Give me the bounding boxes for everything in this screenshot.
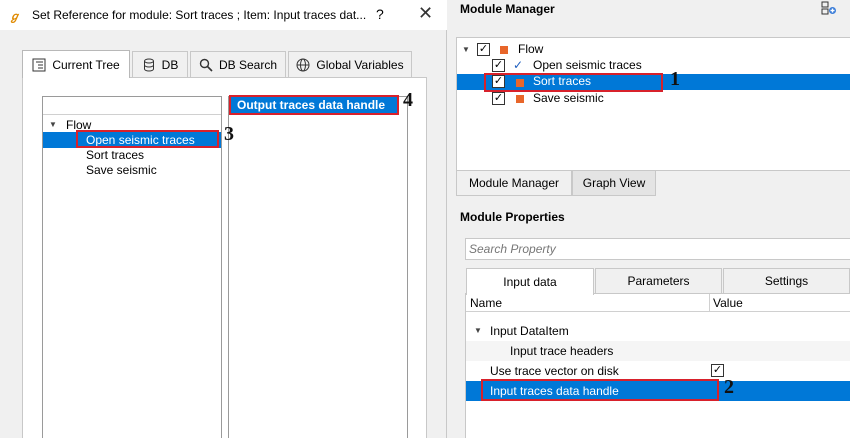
property-name: Use trace vector on disk	[490, 364, 619, 378]
collapse-arrow-icon[interactable]: ▼	[462, 45, 470, 54]
handle-list: Output traces data handle	[228, 96, 408, 438]
status-square-icon	[516, 95, 524, 103]
tab-label: Current Tree	[52, 57, 120, 72]
annotation-1: 1	[670, 68, 680, 90]
highlight-box-2	[481, 379, 719, 401]
module-tree: ▼ ✓ Flow ✓ ✓ Open seismic traces ✓ Sort …	[456, 37, 850, 171]
tree-item-save-seismic[interactable]: Save seismic	[43, 162, 221, 178]
add-module-icon[interactable]	[821, 1, 837, 15]
open-seismic-checkbox[interactable]: ✓	[492, 59, 505, 72]
tab-label: DB Search	[218, 58, 278, 72]
status-square-icon	[500, 46, 508, 54]
property-row-use-trace-vector[interactable]: Use trace vector on disk ✓	[466, 361, 850, 381]
annotation-4: 4	[403, 89, 413, 111]
set-reference-dialog: ℊ Set Reference for module: Sort traces …	[0, 0, 447, 438]
tab-parameters[interactable]: Parameters	[595, 268, 722, 294]
tab-graph-view[interactable]: Graph View	[572, 171, 656, 196]
flow-checkbox[interactable]: ✓	[477, 43, 490, 56]
search-property-input[interactable]: Search Property	[465, 238, 850, 260]
property-name: Input trace headers	[510, 344, 614, 358]
globe-icon	[296, 58, 310, 72]
tree-item-label: Sort traces	[86, 148, 145, 162]
dialog-titlebar: ℊ Set Reference for module: Sort traces …	[0, 0, 447, 30]
tab-db-search[interactable]: DB Search	[190, 51, 286, 78]
search-icon	[199, 58, 213, 72]
tab-settings[interactable]: Settings	[723, 268, 850, 294]
module-item-open-seismic-traces[interactable]: Open seismic traces	[533, 58, 642, 72]
module-properties-title: Module Properties	[460, 210, 565, 224]
tree-icon	[32, 58, 46, 71]
highlight-box-3	[76, 130, 219, 148]
save-seismic-checkbox[interactable]: ✓	[492, 92, 505, 105]
close-button[interactable]: ✕	[418, 3, 433, 24]
tree-item-label: Save seismic	[86, 163, 157, 177]
column-divider[interactable]	[709, 294, 710, 312]
tree-item-sort-traces[interactable]: Sort traces	[43, 147, 221, 163]
module-manager-title: Module Manager	[460, 2, 555, 16]
property-group-input-dataitem[interactable]: ▼ Input DataItem	[466, 321, 850, 341]
app-icon: ℊ	[9, 11, 20, 23]
collapse-arrow-icon[interactable]: ▼	[49, 117, 57, 133]
database-icon	[143, 58, 154, 72]
column-header-value[interactable]: Value	[713, 296, 743, 310]
dialog-title: Set Reference for module: Sort traces ; …	[32, 8, 367, 22]
tab-input-data[interactable]: Input data	[466, 268, 594, 295]
highlight-box-4	[229, 95, 399, 115]
valid-check-icon: ✓	[513, 58, 524, 72]
tab-label: Global Variables	[316, 58, 404, 72]
use-trace-vector-checkbox[interactable]: ✓	[711, 364, 724, 377]
module-item-flow[interactable]: Flow	[518, 42, 543, 56]
property-row-input-trace-headers[interactable]: Input trace headers	[466, 341, 850, 361]
tree-header	[43, 97, 221, 115]
highlight-box-1	[484, 73, 663, 92]
tab-module-manager[interactable]: Module Manager	[456, 171, 572, 196]
column-header-name[interactable]: Name	[470, 296, 502, 310]
tab-db[interactable]: DB	[132, 51, 188, 78]
property-name: Input DataItem	[490, 324, 569, 338]
tab-label: DB	[161, 58, 179, 72]
help-button[interactable]: ?	[376, 6, 384, 22]
tab-global-variables[interactable]: Global Variables	[288, 51, 412, 78]
annotation-2: 2	[724, 376, 734, 398]
module-item-save-seismic[interactable]: Save seismic	[533, 91, 604, 105]
annotation-3: 3	[224, 123, 234, 145]
collapse-arrow-icon[interactable]: ▼	[474, 321, 482, 341]
property-table-header: Name Value	[466, 294, 850, 312]
tab-current-tree[interactable]: Current Tree	[22, 50, 130, 78]
property-table: Name Value ▼ Input DataItem Input trace …	[465, 293, 850, 438]
